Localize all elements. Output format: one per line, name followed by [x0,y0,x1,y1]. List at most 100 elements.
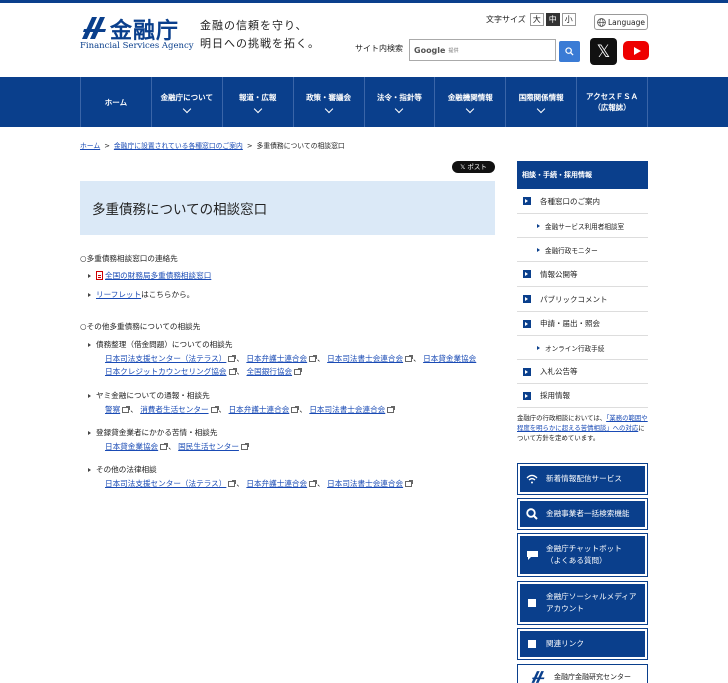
site-search-label: サイト内検索 [355,44,403,53]
nav-label: 金融庁について [160,93,213,102]
nav-item-press[interactable]: 報道・広報 [223,77,294,127]
multiple-debt-consultation-link[interactable]: 全国の財務局多重債務相談窓口 [105,270,211,281]
consumer-center-link[interactable]: 消費者生活センター [140,405,208,414]
sidebar-item-label: 各種窓口のご案内 [540,196,600,206]
pdf-icon [96,271,103,280]
national-consumer-center-link[interactable]: 国民生活センター [178,442,239,451]
sidebar-item-recruitment[interactable]: 採用情報 [517,384,648,408]
external-link-icon [309,355,318,362]
chevron-down-icon [395,104,404,114]
external-link-icon [405,480,414,487]
link-list: 日本貸金業協会 、 国民生活センター [105,441,249,452]
leaflet-suffix: はこちらから。 [141,290,195,299]
social-media-button[interactable]: 金融庁ソーシャルメディア アカウント [517,581,648,625]
news-delivery-button[interactable]: 新着情報配信サービス [517,463,648,495]
nav-label: 政策・審議会 [306,93,352,102]
houterasu-link[interactable]: 日本司法支援センター（法テラス） [105,479,226,488]
button-label: 金融事業者一括検索機能 [546,509,630,518]
money-lending-association-link[interactable]: 日本貸金業協会 [105,442,158,451]
external-link-icon [240,443,249,450]
judicial-scrivener-link[interactable]: 日本司法書士会連合会 [327,479,403,488]
breadcrumb-parent-link[interactable]: 金融庁に設置されている各種窓口のご案内 [114,142,243,150]
separator: 、 [299,405,307,414]
sidebar-item-disclosure[interactable]: 情報公開等 [517,262,648,287]
slogan-line-2: 明日への挑戦を拓く。 [200,37,320,50]
group-heading: 登録貸金業者にかかる苦情・相談先 [88,427,218,438]
font-size-small-button[interactable]: 小 [561,13,576,26]
credit-counseling-link[interactable]: 日本クレジットカウンセリング協会 [105,367,227,376]
sidebar-item-user-consultation[interactable]: 金融サービス利用者相談室 [517,214,648,238]
group-heading-label: 登録貸金業者にかかる苦情・相談先 [96,428,218,437]
separator: 、 [130,405,138,414]
button-label: 金融庁金融研究センター [554,673,631,681]
bar-association-link[interactable]: 日本弁護士連合会 [246,479,307,488]
bar-association-link[interactable]: 日本弁護士連合会 [246,354,307,363]
nav-item-laws[interactable]: 法令・指針等 [365,77,436,127]
post-label: ポスト [467,163,487,171]
nav-item-home[interactable]: ホーム [81,77,152,127]
police-link[interactable]: 警察 [105,405,120,414]
separator: 、 [236,367,245,376]
sidebar-item-tenders[interactable]: 入札公告等 [517,360,648,384]
external-link-icon [291,406,300,413]
nav-item-international[interactable]: 国際関係情報 [506,77,578,127]
nav-item-about[interactable]: 金融庁について [152,77,223,127]
sidebar-heading: 相談・手続・採用情報 [517,161,648,189]
youtube-button[interactable] [623,41,649,60]
sidebar-item-applications[interactable]: 申請・届出・照会 [517,312,648,336]
x-social-button[interactable]: 𝕏 [590,38,617,65]
nav-label: アクセスＦＳＡ （広報誌） [586,92,639,112]
houterasu-link[interactable]: 日本司法支援センター（法テラス） [105,354,226,363]
leaflet-link[interactable]: リーフレット [96,289,141,300]
nav-item-access-fsa[interactable]: アクセスＦＳＡ （広報誌） [577,77,648,127]
font-size-medium-button[interactable]: 中 [545,13,560,26]
nav-item-policy[interactable]: 政策・審議会 [294,77,365,127]
judicial-scrivener-link[interactable]: 日本司法書士会連合会 [309,405,385,414]
external-link-icon [387,406,396,413]
arrow-box-icon [523,319,531,328]
group-heading-label: ヤミ金融についての通報・相談先 [96,391,210,400]
separator: 、 [413,354,421,363]
sidebar-item-label: 金融サービス利用者相談室 [545,222,625,231]
judicial-scrivener-link[interactable]: 日本司法書士会連合会 [327,354,403,363]
search-input[interactable]: Google 提供 [409,39,556,61]
group-heading-label: その他の法律相談 [96,465,157,474]
nav-item-institutions[interactable]: 金融機関情報 [435,77,507,127]
group-heading: 債務整理（借金問題）についての相談先 [88,339,232,350]
chevron-down-icon [182,104,192,114]
related-links-button[interactable]: 関連リンク [517,628,648,660]
sidebar-item-admin-monitor[interactable]: 金融行政モニター [517,238,648,262]
sidebar-note: 金融庁の行政相談においては、「業務の範囲や程度を明らかに超える苦情相談」への対応… [517,413,650,443]
breadcrumb-home-link[interactable]: ホーム [80,142,100,150]
arrow-box-icon [523,270,531,278]
nav-label: 国際関係情報 [518,93,564,102]
list-item: 全国の財務局多重債務相談窓口 [88,270,211,281]
money-lending-association-link[interactable]: 日本貸金業協会 [423,354,476,363]
separator: 、 [236,479,244,488]
fsa-logo-mark-icon [531,671,545,683]
note-text: 金融庁の行政相談においては、 [517,414,607,422]
business-search-button[interactable]: 金融事業者一括検索機能 [517,498,648,530]
sidebar-item-online-procedures[interactable]: オンライン行政手続 [517,336,648,360]
chevron-down-icon [253,104,262,114]
arrow-box-icon [523,391,531,400]
bullet-icon [88,430,91,435]
external-link-icon [228,480,237,487]
sidebar-item-public-comment[interactable]: パブリックコメント [517,287,648,312]
list-item: リーフレット はこちらから。 [88,289,194,300]
language-button[interactable]: Language [594,14,648,30]
bullet-icon [88,393,91,398]
search-button[interactable] [559,41,580,62]
chatbot-button[interactable]: 金融庁チャットボット （よくある質問） [517,533,648,577]
fsa-logo[interactable]: 金融庁 Financial Services Agency [80,13,194,57]
nav-label: 金融機関情報 [447,93,493,102]
breadcrumb-current: 多重債務についての相談窓口 [256,142,345,150]
group-heading: ヤミ金融についての通報・相談先 [88,390,210,401]
wifi-icon [521,474,543,484]
bar-association-link[interactable]: 日本弁護士連合会 [229,405,290,414]
font-size-large-button[interactable]: 大 [529,13,544,26]
bankers-association-link[interactable]: 全国銀行協会 [247,367,293,376]
research-center-button[interactable]: 金融庁金融研究センター [517,664,648,683]
sidebar-item-contact-windows[interactable]: 各種窓口のご案内 [517,189,648,214]
x-post-button[interactable]: 𝕏 ポスト [452,161,495,173]
